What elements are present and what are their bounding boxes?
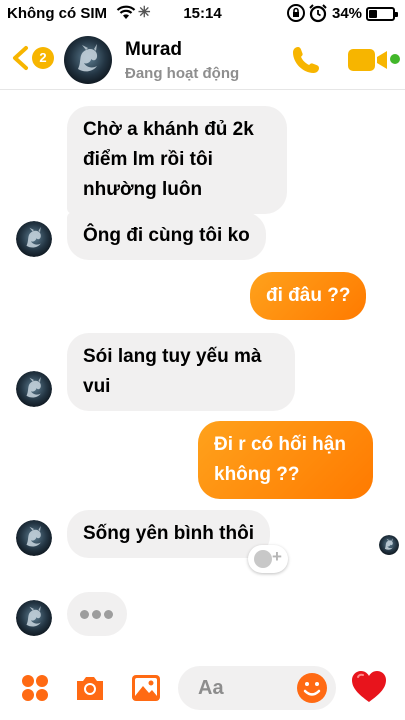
back-chevron-icon	[13, 46, 28, 70]
sender-avatar[interactable]	[16, 520, 52, 556]
contact-name[interactable]: Murad	[125, 39, 182, 61]
conversation-header: 2 Murad Đang hoạt động	[0, 28, 405, 90]
message-composer: Aa	[0, 660, 405, 720]
emoji-icon[interactable]	[296, 672, 328, 704]
battery-percent: 34%	[332, 5, 363, 22]
message-incoming[interactable]: Ông đi cùng tôi ko	[67, 212, 266, 260]
sender-avatar[interactable]	[16, 371, 52, 407]
message-incoming[interactable]: Sói lang tuy yếu mà vui	[67, 333, 295, 411]
phone-icon[interactable]	[290, 44, 322, 76]
more-apps-icon[interactable]	[19, 672, 51, 704]
sender-avatar[interactable]	[16, 600, 52, 636]
heart-icon[interactable]	[350, 669, 388, 705]
alarm-icon	[308, 3, 328, 27]
message-incoming[interactable]: Sống yên bình thôi	[67, 510, 270, 558]
gallery-icon[interactable]	[130, 672, 162, 704]
sender-avatar[interactable]	[16, 221, 52, 257]
message-outgoing[interactable]: Đi r có hối hận không ??	[198, 421, 373, 499]
typing-indicator	[67, 592, 127, 636]
online-indicator	[390, 54, 400, 64]
plus-icon: +	[272, 547, 282, 566]
battery-icon	[366, 7, 398, 21]
active-status: Đang hoạt động	[125, 65, 240, 82]
message-input-placeholder: Aa	[198, 677, 224, 699]
status-bar: Không có SIM ✳ 15:14 34%	[0, 0, 405, 28]
camera-icon[interactable]	[74, 672, 106, 704]
reaction-face-icon	[254, 550, 272, 568]
message-outgoing[interactable]: đi đâu ??	[250, 272, 367, 320]
add-reaction-button[interactable]: +	[248, 545, 288, 573]
video-call-icon[interactable]	[348, 48, 388, 72]
rotation-lock-icon	[286, 3, 306, 27]
message-input[interactable]: Aa	[178, 666, 336, 710]
seen-receipt-avatar	[379, 535, 399, 555]
contact-avatar[interactable]	[64, 36, 112, 84]
back-button[interactable]: 2	[10, 42, 60, 76]
unread-count-badge: 2	[32, 47, 54, 69]
message-incoming[interactable]: Chờ a khánh đủ 2k điểm lm rồi tôi nhường…	[67, 106, 287, 214]
